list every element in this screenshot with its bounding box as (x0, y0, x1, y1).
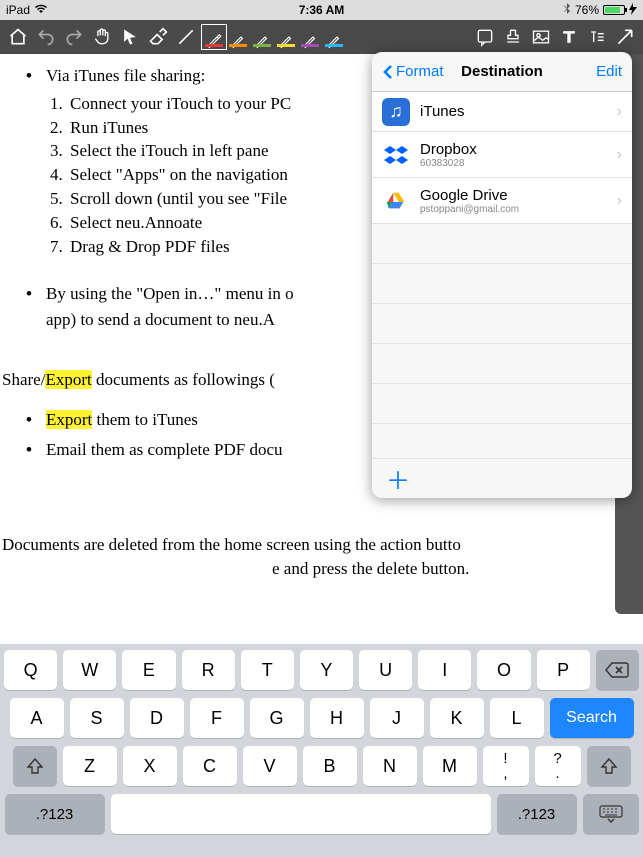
shift-key-right[interactable] (587, 746, 631, 786)
line-tool[interactable] (174, 25, 198, 49)
key-question-period[interactable]: ?. (535, 746, 581, 786)
key-i[interactable]: I (418, 650, 471, 690)
key-h[interactable]: H (310, 698, 364, 738)
key-n[interactable]: N (363, 746, 417, 786)
key-d[interactable]: D (130, 698, 184, 738)
itunes-icon: ♫ (382, 98, 410, 126)
destination-popover: Format Destination Edit ♫ iTunes › Dropb… (372, 52, 632, 498)
chevron-right-icon: › (617, 146, 622, 164)
note-icon[interactable] (473, 25, 497, 49)
delete-line-2: e and press the delete button. (272, 557, 633, 581)
list-item (372, 344, 632, 384)
key-z[interactable]: Z (63, 746, 117, 786)
battery-icon (603, 5, 625, 15)
key-x[interactable]: X (123, 746, 177, 786)
key-c[interactable]: C (183, 746, 237, 786)
image-icon[interactable] (529, 25, 553, 49)
numsym-key-right[interactable]: .?123 (497, 794, 577, 834)
list-item (372, 424, 632, 458)
list-item (372, 384, 632, 424)
stamp-icon[interactable] (501, 25, 525, 49)
app-toolbar (0, 20, 643, 54)
highlighter-green[interactable] (250, 25, 274, 49)
key-y[interactable]: Y (300, 650, 353, 690)
add-destination-button[interactable]: ＋ (372, 458, 632, 498)
destination-list: ♫ iTunes › Dropbox 60383028 › Google Dri… (372, 92, 632, 458)
shift-key-left[interactable] (13, 746, 57, 786)
highlighter-yellow[interactable] (274, 25, 298, 49)
key-j[interactable]: J (370, 698, 424, 738)
backspace-key[interactable] (596, 650, 639, 690)
numsym-key-left[interactable]: .?123 (5, 794, 105, 834)
list-item (372, 224, 632, 264)
key-g[interactable]: G (250, 698, 304, 738)
hide-keyboard-key[interactable] (583, 794, 639, 834)
highlighter-purple[interactable] (298, 25, 322, 49)
key-q[interactable]: Q (4, 650, 57, 690)
key-a[interactable]: A (10, 698, 64, 738)
on-screen-keyboard: Q W E R T Y U I O P A S D F G H J K L Se… (0, 644, 643, 857)
key-b[interactable]: B (303, 746, 357, 786)
home-button[interactable] (6, 25, 30, 49)
pan-tool[interactable] (90, 25, 114, 49)
ios-status-bar: iPad 7:36 AM 76% (0, 0, 643, 20)
chevron-right-icon: › (617, 103, 622, 121)
popover-back-button[interactable]: Format (382, 63, 444, 80)
key-s[interactable]: S (70, 698, 124, 738)
search-key[interactable]: Search (550, 698, 634, 738)
key-m[interactable]: M (423, 746, 477, 786)
highlighter-row (202, 25, 346, 49)
key-t[interactable]: T (241, 650, 294, 690)
destination-item-itunes[interactable]: ♫ iTunes › (372, 92, 632, 132)
dropbox-icon (382, 141, 410, 169)
space-key[interactable] (111, 794, 491, 834)
highlighter-red[interactable] (202, 25, 226, 49)
key-u[interactable]: U (359, 650, 412, 690)
key-o[interactable]: O (477, 650, 530, 690)
google-drive-icon (382, 187, 410, 215)
redo-button[interactable] (62, 25, 86, 49)
key-e[interactable]: E (122, 650, 175, 690)
share-button[interactable] (613, 25, 637, 49)
eraser-tool[interactable] (146, 25, 170, 49)
key-exclaim-comma[interactable]: !, (483, 746, 529, 786)
chevron-right-icon: › (617, 192, 622, 210)
destination-item-dropbox[interactable]: Dropbox 60383028 › (372, 132, 632, 178)
destination-item-google-drive[interactable]: Google Drive pstoppani@gmail.com › (372, 178, 632, 224)
list-item (372, 304, 632, 344)
delete-line-1: Documents are deleted from the home scre… (2, 533, 633, 557)
key-v[interactable]: V (243, 746, 297, 786)
key-r[interactable]: R (182, 650, 235, 690)
key-l[interactable]: L (490, 698, 544, 738)
key-p[interactable]: P (537, 650, 590, 690)
key-f[interactable]: F (190, 698, 244, 738)
text-tool[interactable] (557, 25, 581, 49)
undo-button[interactable] (34, 25, 58, 49)
clock: 7:36 AM (0, 3, 643, 17)
select-tool[interactable] (118, 25, 142, 49)
highlighter-orange[interactable] (226, 25, 250, 49)
popover-edit-button[interactable]: Edit (596, 63, 622, 80)
key-k[interactable]: K (430, 698, 484, 738)
list-item (372, 264, 632, 304)
highlighter-cyan[interactable] (322, 25, 346, 49)
text-style-tool[interactable] (585, 25, 609, 49)
key-w[interactable]: W (63, 650, 116, 690)
